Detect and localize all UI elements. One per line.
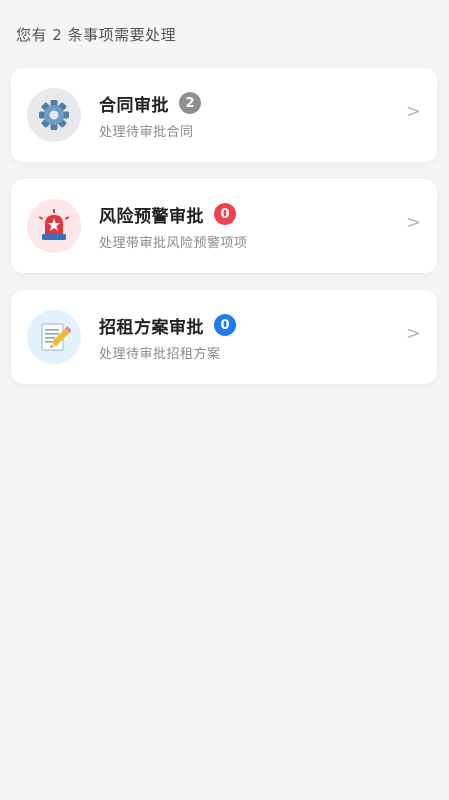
risk-icon-container: [27, 199, 81, 253]
risk-warning-approval-card[interactable]: 风险预警审批 0 处理带审批风险预警项项 >: [11, 179, 437, 273]
leasing-plan-approval-title: 招租方案审批: [99, 317, 204, 338]
contract-approval-subtitle: 处理待审批合同: [99, 125, 194, 140]
risk-title-row: 风险预警审批 0: [99, 201, 236, 227]
risk-warning-approval-title: 风险预警审批: [99, 206, 204, 227]
contract-approval-card[interactable]: 合同审批 2 处理待审批合同 >: [11, 68, 437, 162]
memo-pencil-icon: [37, 320, 71, 354]
risk-warning-approval-subtitle: 处理带审批风险预警项项: [99, 236, 248, 251]
pending-summary: 您有 2 条事项需要处理: [16, 26, 177, 44]
leasing-count-badge: 0: [214, 314, 236, 336]
contract-approval-title: 合同审批: [99, 95, 169, 116]
chevron-right-icon: >: [405, 101, 421, 122]
contract-count-badge: 2: [179, 92, 201, 114]
chevron-right-icon: >: [405, 212, 421, 233]
chevron-right-icon: >: [405, 323, 421, 344]
leasing-title-row: 招租方案审批 0: [99, 312, 236, 338]
contract-title-row: 合同审批 2: [99, 90, 201, 116]
siren-icon: [37, 209, 71, 243]
leasing-icon-container: [27, 310, 81, 364]
leasing-plan-approval-subtitle: 处理待审批招租方案: [99, 347, 221, 362]
gear-icon: [37, 98, 71, 132]
contract-icon-container: [27, 88, 81, 142]
leasing-plan-approval-card[interactable]: 招租方案审批 0 处理待审批招租方案 >: [11, 290, 437, 384]
risk-count-badge: 0: [214, 203, 236, 225]
